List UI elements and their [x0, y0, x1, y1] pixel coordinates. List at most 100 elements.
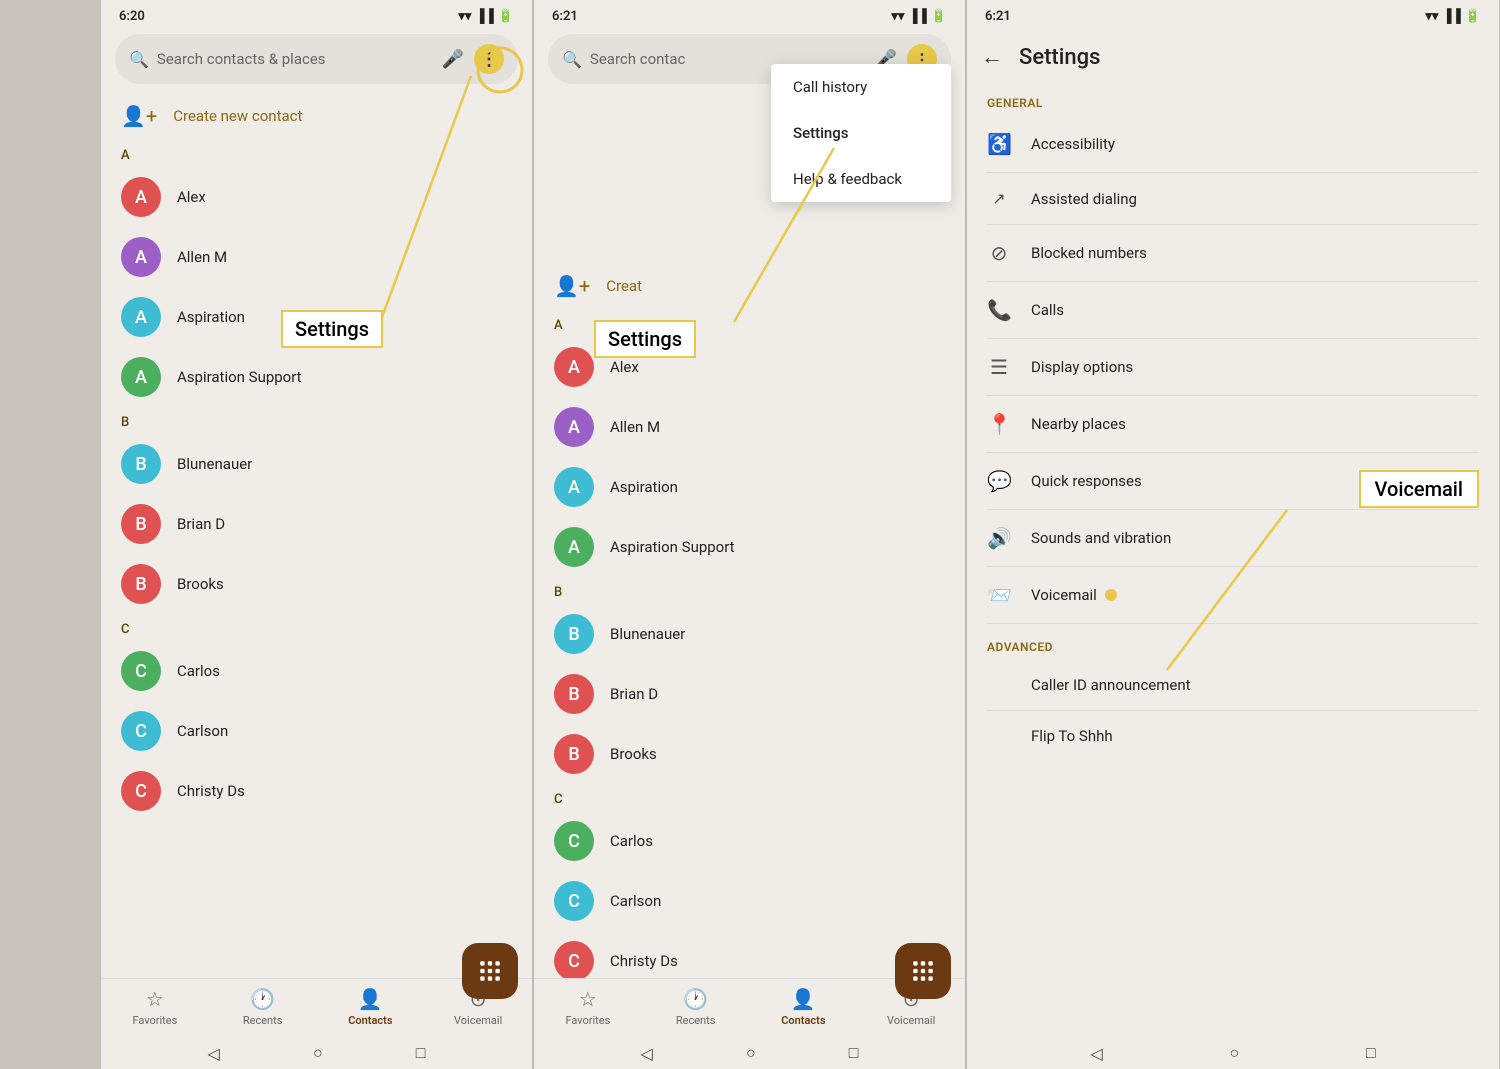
section-general-header: GENERAL [967, 80, 1499, 116]
contact-carlos-1[interactable]: C Carlos [101, 641, 532, 701]
settings-list[interactable]: GENERAL ♿ Accessibility ↗ Assisted diali… [967, 80, 1499, 1037]
contact-name-aspiration-1: Aspiration [177, 308, 245, 326]
mic-icon-1[interactable]: 🎤 [442, 49, 464, 70]
contact-christyds-1[interactable]: C Christy Ds [101, 761, 532, 821]
avatar-blunenauer-1: B [121, 444, 161, 484]
settings-title: Settings [1019, 45, 1100, 70]
contact-name-carlos-1: Carlos [177, 662, 220, 680]
assisted-dialing-label: Assisted dialing [1031, 190, 1137, 208]
contact-name-aspirationsupport-2: Aspiration Support [610, 538, 735, 556]
avatar-briand-1: B [121, 504, 161, 544]
recents-btn-3[interactable]: □ [1366, 1043, 1376, 1063]
contact-briand-2[interactable]: B Brian D [534, 664, 965, 724]
contact-name-christyds-2: Christy Ds [610, 952, 678, 970]
settings-blocked-numbers[interactable]: ⊘ Blocked numbers [967, 225, 1499, 281]
back-button[interactable]: ← [981, 44, 1003, 70]
search-text-1: Search contacts & places [157, 50, 442, 68]
avatar-aspiration-2: A [554, 467, 594, 507]
settings-nearby-places[interactable]: 📍 Nearby places [967, 396, 1499, 452]
settings-voicemail[interactable]: 📨 Voicemail [967, 567, 1499, 623]
contact-allenm-1[interactable]: A Allen M [101, 227, 532, 287]
search-icon-1: 🔍 [129, 50, 149, 69]
contact-aspiration-1[interactable]: A Aspiration [101, 287, 532, 347]
contact-brooks-2[interactable]: B Brooks [534, 724, 965, 784]
contact-allenm-2[interactable]: A Allen M [534, 397, 965, 457]
nav-favorites-1[interactable]: ☆ Favorites [101, 987, 209, 1027]
settings-calls[interactable]: 📞 Calls [967, 282, 1499, 338]
nav-recents-1[interactable]: 🕐 Recents [209, 987, 317, 1027]
status-icons-3: ▾▾ ▐▐ 🔋 [1425, 8, 1481, 24]
dropdown-settings[interactable]: Settings [771, 110, 951, 156]
back-btn-3[interactable]: ◁ [1090, 1044, 1102, 1063]
avatar-carlson-1: C [121, 711, 161, 751]
settings-flip-to-shhh[interactable]: Flip To Shhh [967, 711, 1499, 761]
contact-aspiration-2[interactable]: A Aspiration [534, 457, 965, 517]
contact-carlson-1[interactable]: C Carlson [101, 701, 532, 761]
create-contact-1[interactable]: 👤+ Create new contact [101, 92, 532, 140]
signal-icon: ▐▐ [475, 8, 493, 24]
create-contact-label-2: Creat [606, 277, 642, 295]
contacts-label-1: Contacts [348, 1014, 392, 1027]
contact-blunenauer-2[interactable]: B Blunenauer [534, 604, 965, 664]
screen2: 6:21 ▾▾ ▐▐ 🔋 🔍 Search contac 🎤 ⋮ Call hi… [533, 0, 966, 1069]
dial-fab-2[interactable] [895, 943, 951, 999]
back-btn-1[interactable]: ◁ [208, 1044, 220, 1063]
dropdown-help[interactable]: Help & feedback [771, 156, 951, 202]
nav-recents-2[interactable]: 🕐 Recents [642, 987, 750, 1027]
contact-name-blunenauer-2: Blunenauer [610, 625, 685, 643]
time-1: 6:20 [119, 9, 145, 24]
settings-sounds-vibration[interactable]: 🔊 Sounds and vibration [967, 510, 1499, 566]
display-options-label: Display options [1031, 358, 1133, 376]
contact-name-alex-2: Alex [610, 358, 639, 376]
signal-icon-3: ▐▐ [1442, 8, 1460, 24]
contact-aspiration-support-1[interactable]: A Aspiration Support [101, 347, 532, 407]
contact-blunenauer-1[interactable]: B Blunenauer [101, 434, 532, 494]
section-advanced-header: ADVANCED [967, 624, 1499, 660]
contact-name-carlos-2: Carlos [610, 832, 653, 850]
dial-fab-1[interactable] [462, 943, 518, 999]
avatar-blunenauer-2: B [554, 614, 594, 654]
contacts-list-1[interactable]: 👤+ Create new contact A A Alex A Allen M… [101, 92, 532, 978]
home-btn-1[interactable]: ○ [313, 1043, 323, 1063]
contact-carlos-2[interactable]: C Carlos [534, 811, 965, 871]
recents-btn-2[interactable]: □ [849, 1043, 859, 1063]
contact-name-aspiration-2: Aspiration [610, 478, 678, 496]
contacts-list-2[interactable]: 👤+ Creat A A Alex A Allen M A Aspiration… [534, 262, 965, 978]
nav-favorites-2[interactable]: ☆ Favorites [534, 987, 642, 1027]
settings-caller-id[interactable]: Caller ID announcement [967, 660, 1499, 710]
more-options-button-1[interactable]: ⋮ [474, 44, 504, 74]
status-bar-1: 6:20 ▾▾ ▐▐ 🔋 [101, 0, 532, 28]
avatar-aspirationsupport-2: A [554, 527, 594, 567]
nav-contacts-2[interactable]: 👤 Contacts [750, 987, 858, 1027]
favorites-label-1: Favorites [132, 1014, 177, 1027]
avatar-alex-1: A [121, 177, 161, 217]
back-btn-2[interactable]: ◁ [641, 1044, 653, 1063]
contact-brooks-1[interactable]: B Brooks [101, 554, 532, 614]
search-bar-1[interactable]: 🔍 Search contacts & places 🎤 ⋮ [115, 34, 518, 84]
status-bar-2: 6:21 ▾▾ ▐▐ 🔋 [534, 0, 965, 28]
home-btn-3[interactable]: ○ [1229, 1043, 1239, 1063]
recents-btn-1[interactable]: □ [416, 1043, 426, 1063]
contact-carlson-2[interactable]: C Carlson [534, 871, 965, 931]
calls-label: Calls [1031, 301, 1064, 319]
settings-assisted-dialing[interactable]: ↗ Assisted dialing [967, 173, 1499, 224]
home-btn-2[interactable]: ○ [746, 1043, 756, 1063]
create-contact-label-1: Create new contact [173, 107, 302, 125]
home-indicator-2: ◁ ○ □ [534, 1037, 965, 1069]
settings-accessibility[interactable]: ♿ Accessibility [967, 116, 1499, 172]
dropdown-menu-2: Call history Settings Help & feedback [771, 64, 951, 202]
dropdown-call-history[interactable]: Call history [771, 64, 951, 110]
contact-briand-1[interactable]: B Brian D [101, 494, 532, 554]
sounds-vibration-icon: 🔊 [987, 526, 1011, 550]
contact-name-brooks-1: Brooks [177, 575, 224, 593]
nav-contacts-1[interactable]: 👤 Contacts [317, 987, 425, 1027]
settings-annotation-label-2: Settings [594, 320, 696, 358]
settings-display-options[interactable]: ☰ Display options [967, 339, 1499, 395]
contact-alex-1[interactable]: A Alex [101, 167, 532, 227]
avatar-allenm-1: A [121, 237, 161, 277]
voicemail-dot [1105, 589, 1117, 601]
contact-aspiration-support-2[interactable]: A Aspiration Support [534, 517, 965, 577]
create-contact-2[interactable]: 👤+ Creat [534, 262, 965, 310]
contacts-icon-1: 👤 [358, 987, 383, 1011]
avatar-carlos-1: C [121, 651, 161, 691]
